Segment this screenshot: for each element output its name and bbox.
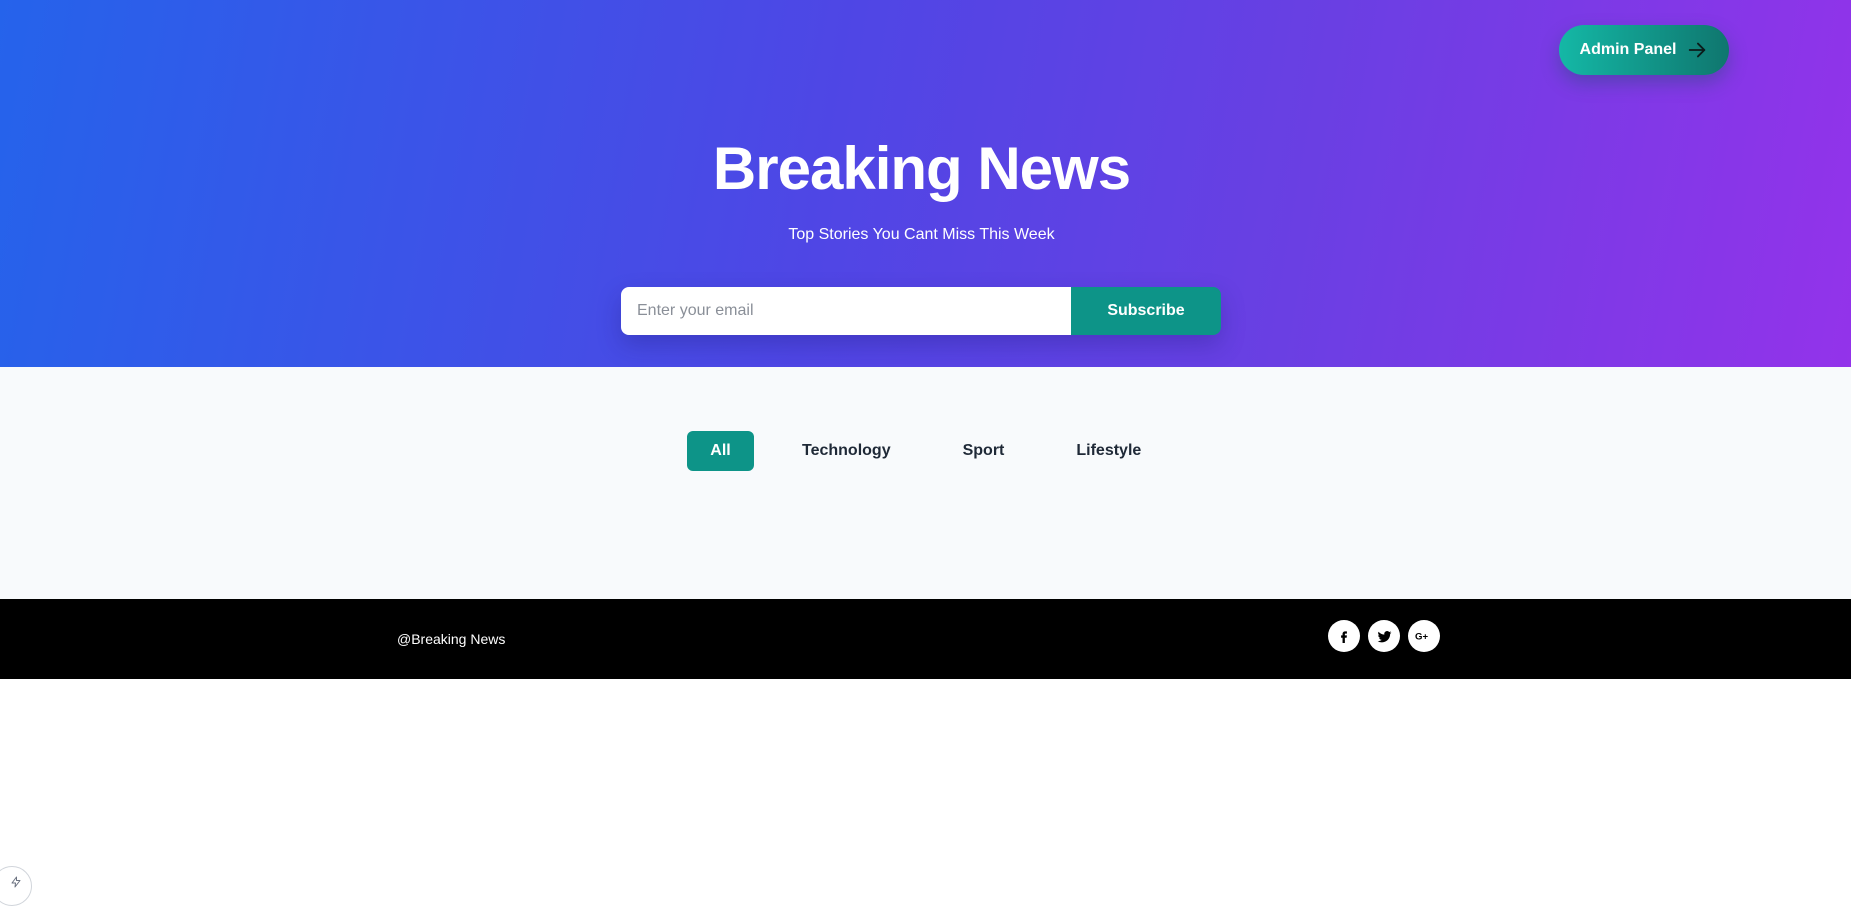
site-footer: @Breaking News G+ <box>0 599 1851 679</box>
footer-brand: @Breaking News <box>397 631 506 647</box>
arrow-right-icon <box>1686 39 1708 61</box>
page-subtitle: Top Stories You Cant Miss This Week <box>788 226 1055 243</box>
subscribe-button[interactable]: Subscribe <box>1071 287 1221 335</box>
hero-banner: Admin Panel Breaking News Top Stories Yo… <box>0 0 1851 367</box>
twitter-icon[interactable] <box>1368 620 1400 652</box>
tab-technology[interactable]: Technology <box>802 431 891 471</box>
social-links: G+ <box>1328 620 1440 652</box>
admin-panel-button[interactable]: Admin Panel <box>1559 25 1729 75</box>
page-title: Breaking News <box>712 135 1131 202</box>
email-field[interactable] <box>621 287 1071 335</box>
tab-lifestyle[interactable]: Lifestyle <box>1076 431 1141 471</box>
svg-text:G+: G+ <box>1415 632 1428 643</box>
tab-all[interactable]: All <box>687 431 754 471</box>
subscribe-form: Subscribe <box>621 287 1221 335</box>
facebook-icon[interactable] <box>1328 620 1360 652</box>
admin-panel-label: Admin Panel <box>1579 41 1677 58</box>
category-filter-tabs: All Technology Sport Lifestyle <box>687 431 1141 471</box>
news-content-area: All Technology Sport Lifestyle <box>0 367 1851 599</box>
google-plus-icon[interactable]: G+ <box>1408 620 1440 652</box>
lightning-icon[interactable] <box>0 866 32 906</box>
tab-sport[interactable]: Sport <box>963 431 1005 471</box>
